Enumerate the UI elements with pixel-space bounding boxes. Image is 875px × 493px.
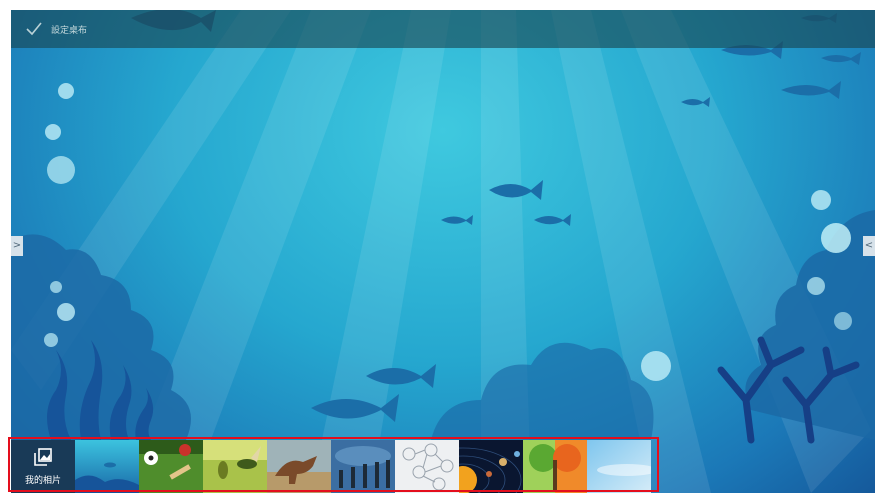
next-arrow-button[interactable]: < <box>863 236 875 256</box>
wallpaper-thumbnail-strip: 我的相片 <box>11 440 657 493</box>
photo-album-icon <box>34 447 52 470</box>
thumbnail-solar-system[interactable] <box>459 440 523 493</box>
my-photos-label: 我的相片 <box>24 475 61 486</box>
thumbnail-insect[interactable] <box>203 440 267 493</box>
bubbles <box>44 83 852 381</box>
set-wallpaper-button[interactable]: 設定桌布 <box>51 23 87 36</box>
thumbnail-sky[interactable] <box>587 440 651 493</box>
thumbnail-tree-seasons[interactable] <box>523 440 587 493</box>
my-photos-button[interactable]: 我的相片 <box>11 440 75 493</box>
checkmark-icon[interactable] <box>25 20 43 38</box>
previous-arrow-button[interactable]: > <box>11 236 23 256</box>
thumbnail-molecule-network[interactable] <box>395 440 459 493</box>
thumbnail-dinosaur[interactable] <box>267 440 331 493</box>
ocean-scene <box>11 10 875 444</box>
thumbnail-underwater[interactable] <box>75 440 139 493</box>
thumbnail-human-evolution[interactable] <box>331 440 395 493</box>
top-action-bar: 設定桌布 <box>11 10 875 48</box>
coral-reef-left <box>11 234 191 440</box>
thumbnail-sports[interactable] <box>139 440 203 493</box>
